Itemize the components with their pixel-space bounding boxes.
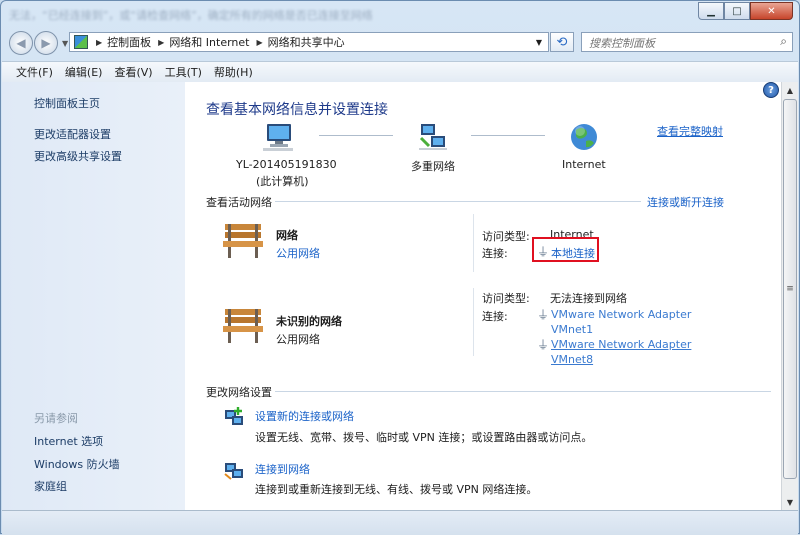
vertical-scrollbar[interactable]: ▲ ≡ ▼ — [781, 82, 798, 510]
refresh-icon: ⟲ — [556, 34, 568, 50]
change-settings-heading: 更改网络设置 — [206, 386, 272, 399]
see-also-label: 另请参阅 — [34, 412, 78, 425]
multiple-networks-label: 多重网络 — [411, 160, 455, 173]
network-1-conn-label: 连接: — [482, 247, 508, 260]
network-2-access-label: 访问类型: — [482, 292, 530, 305]
close-button[interactable]: ✕ — [750, 2, 793, 20]
breadcrumb-separator-icon[interactable]: ▶ — [96, 38, 102, 47]
section-divider — [275, 391, 771, 392]
network-1-type-link[interactable]: 公用网络 — [276, 245, 320, 261]
menu-help[interactable]: 帮助(H) — [214, 64, 253, 80]
menu-bar: 文件(F) 编辑(E) 查看(V) 工具(T) 帮助(H) — [2, 61, 798, 83]
back-button[interactable]: ◀ — [9, 31, 33, 55]
sidebar-link-homegroup[interactable]: 家庭组 — [34, 478, 67, 494]
back-arrow-icon: ◀ — [16, 36, 26, 50]
window-title: 无法，“已经连接到”，或“请检查网络”，确定所有的网络是否已连接至网络 — [9, 9, 373, 22]
caption-buttons: ▁ □ ✕ — [698, 2, 793, 20]
vmnet1-adapter-link-cont[interactable]: VMnet1 — [551, 323, 593, 336]
network-2-name: 未识别的网络 — [276, 315, 342, 328]
menu-edit[interactable]: 编辑(E) — [65, 64, 103, 80]
maximize-icon: □ — [732, 5, 742, 17]
close-icon: ✕ — [767, 5, 776, 17]
connect-to-network-desc: 连接到或重新连接到无线、有线、拨号或 VPN 网络连接。 — [255, 483, 538, 496]
sidebar-link-control-panel-home[interactable]: 控制面板主页 — [34, 95, 100, 111]
computer-subtitle: (此计算机) — [256, 175, 309, 188]
scroll-up-icon[interactable]: ▲ — [782, 82, 798, 98]
sidebar: 控制面板主页 更改适配器设置 更改高级共享设置 另请参阅 Internet 选项… — [2, 82, 185, 510]
sidebar-link-advanced-sharing[interactable]: 更改高级共享设置 — [34, 148, 122, 164]
network-2-divider — [473, 288, 474, 356]
breadcrumb-network-internet[interactable]: 网络和 Internet — [169, 34, 249, 50]
computer-icon — [263, 124, 293, 151]
active-networks-heading: 查看活动网络 — [206, 196, 272, 209]
menu-tools[interactable]: 工具(T) — [165, 64, 202, 80]
network-1-divider — [473, 214, 474, 272]
breadcrumb-separator-icon[interactable]: ▶ — [257, 38, 263, 47]
network-2-conn-label: 连接: — [482, 310, 508, 323]
refresh-button[interactable]: ⟲ — [550, 32, 574, 52]
window-frame: 无法，“已经连接到”，或“请检查网络”，确定所有的网络是否已连接至网络 ▁ □ … — [0, 0, 800, 535]
network-2-access-value: 无法连接到网络 — [550, 292, 627, 305]
network-2-type: 公用网络 — [276, 333, 320, 346]
address-dropdown-icon[interactable]: ▼ — [536, 38, 542, 47]
network-1-name: 网络 — [276, 229, 298, 242]
scrollbar-thumb[interactable]: ≡ — [783, 99, 797, 479]
breadcrumb-separator-icon[interactable]: ▶ — [158, 38, 164, 47]
sidebar-link-internet-options[interactable]: Internet 选项 — [34, 433, 103, 449]
grip-icon: ≡ — [786, 284, 794, 294]
status-bar — [2, 510, 798, 535]
maximize-button[interactable]: □ — [724, 2, 750, 20]
sidebar-link-windows-firewall[interactable]: Windows 防火墙 — [34, 456, 120, 472]
search-icon[interactable]: ⌕ — [780, 34, 787, 49]
forward-arrow-icon: ▶ — [41, 36, 51, 50]
highlight-box — [532, 237, 599, 262]
control-panel-icon — [74, 35, 88, 49]
menu-file[interactable]: 文件(F) — [16, 64, 53, 80]
page-title: 查看基本网络信息并设置连接 — [206, 102, 388, 118]
help-icon[interactable]: ? — [763, 82, 779, 98]
minimize-icon: ▁ — [707, 5, 715, 17]
main-content: 查看基本网络信息并设置连接 查看完整映射 YL-201405191830 (此计… — [185, 82, 781, 510]
vmnet8-adapter-link[interactable]: VMware Network Adapter — [551, 338, 691, 351]
sidebar-link-adapter-settings[interactable]: 更改适配器设置 — [34, 126, 111, 142]
vmnet1-adapter-link[interactable]: VMware Network Adapter — [551, 308, 691, 321]
recent-pages-dropdown-icon[interactable]: ▼ — [62, 39, 68, 48]
address-bar[interactable]: ▶ 控制面板 ▶ 网络和 Internet ▶ 网络和共享中心 ▼ — [69, 32, 549, 52]
scroll-down-icon[interactable]: ▼ — [782, 494, 798, 510]
search-box: ⌕ — [581, 32, 793, 52]
bench-icon — [223, 224, 263, 258]
connect-disconnect-link[interactable]: 连接或断开连接 — [647, 194, 724, 210]
forward-button[interactable]: ▶ — [34, 31, 58, 55]
map-link-line — [319, 135, 393, 136]
adapter-plug-icon: ⏚ — [537, 308, 550, 322]
setup-new-connection-link[interactable]: 设置新的连接或网络 — [255, 408, 354, 424]
connect-to-network-icon — [224, 463, 243, 480]
menu-view[interactable]: 查看(V) — [114, 64, 152, 80]
breadcrumb-network-sharing[interactable]: 网络和共享中心 — [268, 34, 345, 50]
search-input[interactable] — [587, 34, 771, 52]
network-1-access-label: 访问类型: — [482, 230, 530, 243]
minimize-button[interactable]: ▁ — [698, 2, 724, 20]
adapter-plug-icon: ⏚ — [537, 338, 550, 352]
connect-to-network-link[interactable]: 连接到网络 — [255, 461, 310, 477]
section-divider — [275, 201, 641, 202]
multiple-networks-icon — [419, 124, 447, 150]
setup-new-connection-desc: 设置无线、宽带、拨号、临时或 VPN 连接；或设置路由器或访问点。 — [255, 431, 593, 444]
internet-globe-icon — [571, 124, 597, 150]
internet-label: Internet — [562, 158, 606, 171]
nav-buttons: ◀ ▶ ▼ — [9, 31, 68, 55]
new-connection-icon — [225, 407, 243, 425]
bench-icon — [223, 309, 263, 343]
vmnet8-adapter-link-cont[interactable]: VMnet8 — [551, 353, 593, 366]
breadcrumb-control-panel[interactable]: 控制面板 — [107, 34, 151, 50]
view-full-map-link[interactable]: 查看完整映射 — [657, 123, 723, 139]
computer-name: YL-201405191830 — [236, 158, 337, 171]
map-link-line — [471, 135, 545, 136]
